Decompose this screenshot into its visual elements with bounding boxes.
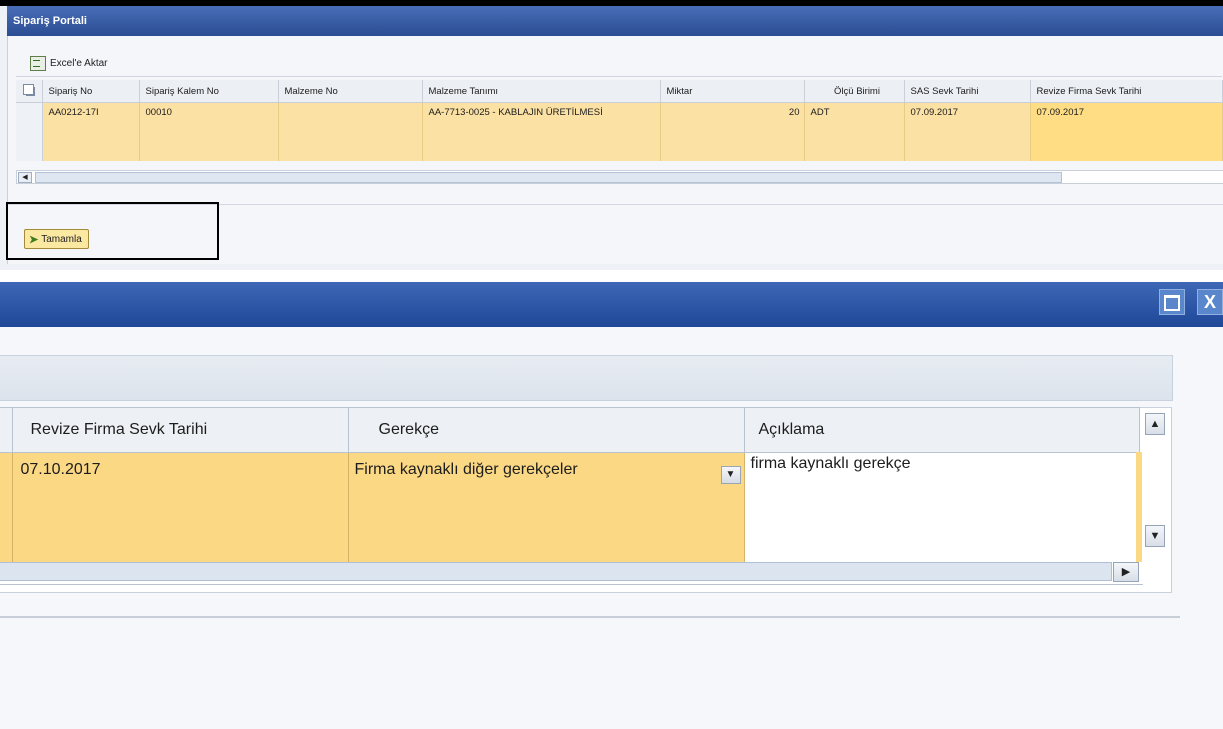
cell-siparis-no: AA0212-17I [42, 102, 140, 161]
close-icon: X [1203, 292, 1216, 312]
order-table: Sipariş No Sipariş Kalem No Malzeme No M… [16, 80, 1223, 161]
table-row[interactable]: 07.10.2017 Firma kaynaklı diğer gerekçel… [0, 452, 1142, 562]
row-selector[interactable] [16, 102, 43, 161]
select-all-cell[interactable] [16, 80, 43, 103]
column-header-revize-firma-sevk-tarihi[interactable]: Revize Firma Sevk Tarihi [1030, 80, 1223, 103]
chevron-down-icon[interactable]: ▼ [720, 466, 741, 484]
column-header-aciklama[interactable]: Açıklama [744, 407, 1140, 453]
excel-export-label: Excel'e Aktar [50, 57, 108, 69]
bottom-window-titlebar [0, 282, 1223, 327]
horizontal-scrollbar[interactable]: ◀ [16, 170, 1223, 184]
column-header-olcu-birimi[interactable]: Ölçü Birimi [804, 80, 905, 103]
column-header-revize-firma-sevk-tarihi-2[interactable]: Revize Firma Sevk Tarihi [12, 407, 349, 453]
tamamla-button[interactable]: ➤ Tamamla [24, 229, 89, 249]
scroll-left-icon[interactable]: ◀ [18, 172, 32, 183]
cell-malzeme-tanimi: AA-7713-0025 - KABLAJIN ÜRETİLMESİ [422, 102, 661, 161]
reason-header-row: Revize Firma Sevk Tarihi Gerekçe Açıklam… [0, 407, 1140, 453]
excel-icon [30, 55, 46, 71]
gerekce-value: Firma kaynaklı diğer gerekçeler [354, 461, 578, 478]
tamamla-label: Tamamla [41, 233, 82, 245]
gerekce-dropdown[interactable]: Firma kaynaklı diğer gerekçeler ▼ [348, 452, 745, 562]
cell-revize-firma-sevk-tarihi-2[interactable]: 07.10.2017 [12, 452, 349, 562]
column-header-malzeme-no[interactable]: Malzeme No [278, 80, 423, 103]
toolbar-separator [16, 76, 1222, 77]
cell-sas-sevk-tarihi: 07.09.2017 [904, 102, 1031, 161]
excel-export-button[interactable]: Excel'e Aktar [30, 54, 108, 72]
table-row[interactable]: AA0212-17I 00010 AA-7713-0025 - KABLAJIN… [16, 102, 1223, 161]
maximize-icon [1164, 295, 1180, 311]
cell-kalem-no: 00010 [139, 102, 279, 161]
column-header-kalem-no[interactable]: Sipariş Kalem No [139, 80, 279, 103]
cell-olcu-birimi: ADT [804, 102, 905, 161]
close-button[interactable]: X [1197, 289, 1223, 315]
confirm-arrow-icon: ➤ [29, 233, 39, 246]
select-all-icon [23, 84, 35, 95]
column-header-malzeme-tanimi[interactable]: Malzeme Tanımı [422, 80, 661, 103]
column-header-siparis-no[interactable]: Sipariş No [42, 80, 140, 103]
scrollbar-thumb[interactable] [35, 172, 1062, 183]
top-window-title: Sipariş Portali [7, 6, 1223, 36]
row-selector-header [0, 407, 13, 453]
scrollbar-thumb[interactable] [0, 562, 1112, 581]
reason-table: Revize Firma Sevk Tarihi Gerekçe Açıklam… [0, 407, 1142, 562]
row-selector[interactable] [0, 452, 13, 562]
table-header-row: Sipariş No Sipariş Kalem No Malzeme No M… [16, 80, 1223, 103]
cell-revize-firma-sevk-tarihi[interactable]: 07.09.2017 [1030, 102, 1223, 161]
aciklama-input[interactable]: firma kaynaklı gerekçe [744, 452, 1142, 562]
cell-malzeme-no [278, 102, 423, 161]
maximize-button[interactable] [1159, 289, 1185, 315]
section-separator [0, 616, 1180, 618]
column-header-miktar[interactable]: Miktar [660, 80, 805, 103]
column-header-sas-sevk-tarihi[interactable]: SAS Sevk Tarihi [904, 80, 1031, 103]
column-header-gerekce[interactable]: Gerekçe [348, 407, 745, 453]
bottom-toolbar [0, 355, 1173, 401]
vertical-scrollbar[interactable]: ▲ ▼ [1143, 409, 1169, 553]
scroll-right-icon[interactable]: ▶ [1113, 562, 1139, 582]
cell-miktar: 20 [660, 102, 805, 161]
scroll-up-icon[interactable]: ▲ [1145, 413, 1165, 435]
scroll-down-icon[interactable]: ▼ [1145, 525, 1165, 547]
horizontal-scrollbar-2[interactable]: ▶ [0, 562, 1143, 585]
